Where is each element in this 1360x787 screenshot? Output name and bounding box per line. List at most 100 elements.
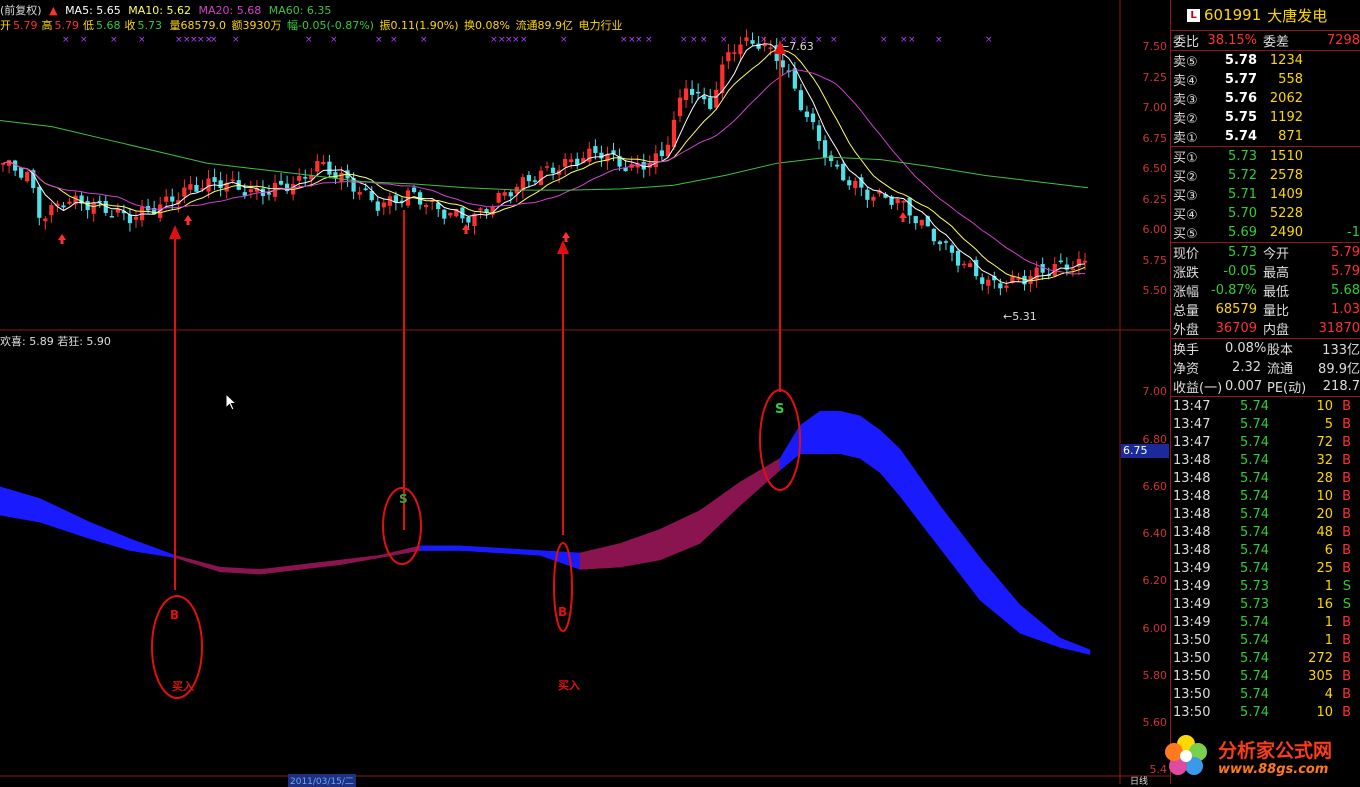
candle-body — [563, 158, 568, 167]
signal-mark: × — [490, 35, 498, 45]
tick-price: 5.74 — [1240, 542, 1269, 558]
tick-row: 13:48 5.74 28 B — [1171, 469, 1360, 487]
fund-row: 净资 2.32 流通 89.9亿 — [1171, 358, 1360, 377]
stat-row: 涨幅 -0.87% 最低 5.68 — [1171, 281, 1360, 300]
tick-flag: B — [1342, 506, 1351, 522]
candle-body — [496, 192, 501, 203]
buy-signal-label-1: B — [170, 608, 179, 622]
price-axis-tick: 7.50 — [1142, 40, 1168, 54]
tick-price: 5.74 — [1240, 470, 1269, 486]
indicator-band-segment — [499, 547, 541, 556]
candle-body — [109, 216, 114, 218]
candle-body — [955, 250, 961, 266]
tick-row: 13:48 5.74 10 B — [1171, 487, 1360, 505]
date-axis: 2011/03/15/二 日线 — [0, 774, 1170, 787]
tick-volume: 5 — [1324, 416, 1333, 432]
tick-flag: B — [1342, 650, 1351, 666]
indicator-axis-tick: 7.00 — [1142, 385, 1168, 399]
sell-level-volume: 1192 — [1269, 110, 1303, 125]
logo-text: 分析家公式网 — [1218, 740, 1333, 762]
tick-list[interactable]: 13:47 5.74 10 B 13:47 5.74 5 B 13:47 5.74 72 B 13:48… — [1171, 397, 1360, 721]
fund-row: 换手 0.08% 股本 133亿 — [1171, 339, 1360, 358]
candle-body — [780, 60, 785, 68]
candle-body — [587, 148, 592, 162]
candle-body — [871, 196, 876, 201]
indicator-band-segment — [129, 538, 176, 558]
indicator-band-segment — [799, 410, 821, 454]
signal-mark: × — [985, 35, 993, 45]
volume-text: 量68579.0 — [169, 19, 227, 32]
buy-level-label: 买⑤ — [1173, 227, 1198, 242]
signal-mark: × — [880, 35, 888, 45]
indicator-band-segment — [419, 545, 461, 551]
sell-level-row: 卖① 5.74 871 — [1171, 127, 1360, 146]
candle-body — [297, 175, 302, 181]
date-cursor-label: 2011/03/15/二 — [288, 774, 356, 787]
weibi-row: 委比 38.15% 委差 7298 — [1171, 31, 1360, 50]
site-logo: 分析家公式网 www.88gs.com — [1160, 728, 1360, 784]
stat-label-2: 量比 — [1263, 304, 1290, 319]
candle-body — [810, 113, 816, 123]
period-label: 日线 — [1130, 777, 1149, 787]
stat-value-2: 1.03 — [1331, 302, 1360, 317]
candle-body — [532, 180, 538, 182]
signal-mark: × — [720, 35, 728, 45]
tick-row: 13:48 5.74 48 B — [1171, 523, 1360, 541]
tick-price: 5.74 — [1240, 668, 1269, 684]
stat-value-2: 31870 — [1318, 321, 1360, 336]
tick-price: 5.73 — [1240, 578, 1269, 594]
amount-text: 额3930万 — [231, 19, 282, 32]
candle-body — [278, 180, 284, 185]
indicator-axis-tick: 5.80 — [1142, 668, 1168, 682]
indicator-axis-tick: 6.00 — [1142, 621, 1168, 635]
tick-time: 13:50 — [1173, 686, 1211, 702]
indicator-axis-tick: 6.60 — [1142, 479, 1168, 493]
low-price-mark: ←5.31 — [1003, 310, 1037, 323]
kline-chart-area[interactable]: × × × × × × × × × × × × × × × × × × × × × × × × × × × × × × × × × × × × × × × ×… — [0, 0, 1170, 787]
kline-chart-svg[interactable]: × × × × × × × × ×× × × × × × × × × × × × × × × × × × × × × × × × × × × × × × ×… — [0, 0, 1170, 784]
stat-value-2: 5.68 — [1331, 283, 1360, 298]
buy-level-volume: 2578 — [1269, 168, 1303, 183]
candle-body — [1004, 285, 1009, 288]
signal-mark: × — [560, 35, 568, 45]
buy-level-change: -1 — [1347, 225, 1360, 240]
tick-row: 13:50 5.74 1 B — [1171, 631, 1360, 649]
candle-body — [569, 159, 574, 163]
sell-level-row: 卖⑤ 5.78 1234 — [1171, 51, 1360, 70]
tick-price: 5.74 — [1240, 434, 1269, 450]
tick-row: 13:50 5.74 10 B — [1171, 703, 1360, 721]
stat-label-2: 最低 — [1263, 285, 1290, 300]
candle-body — [387, 196, 392, 206]
tick-flag: B — [1342, 614, 1351, 630]
candle-body — [544, 166, 550, 168]
tick-volume: 1 — [1324, 632, 1333, 648]
candle-body — [756, 43, 761, 49]
signal-mark: × — [210, 35, 218, 45]
signal-mark: × — [830, 35, 838, 45]
tick-time: 13:49 — [1173, 560, 1211, 576]
indicator-band-segment — [659, 509, 701, 561]
tick-volume: 10 — [1316, 488, 1333, 504]
fund-value: 0.007 — [1225, 379, 1263, 394]
open-value: 5.79 — [13, 19, 38, 32]
tick-row: 13:47 5.74 5 B — [1171, 415, 1360, 433]
fund-row: 收益(一) 0.007 PE(动) 218.7 — [1171, 377, 1360, 396]
indicator-current-marker: 6.75 — [1121, 444, 1169, 459]
candle-body — [37, 186, 42, 218]
indicator-band-segment — [819, 410, 841, 454]
candle-body — [97, 200, 102, 203]
tick-price: 5.74 — [1240, 632, 1269, 648]
low-label: 低 — [83, 19, 94, 32]
signal-mark: × — [390, 35, 398, 45]
stat-row: 涨跌 -0.05 最高 5.79 — [1171, 262, 1360, 281]
candle-body — [170, 196, 175, 202]
candle-body — [683, 88, 689, 101]
indicator-band-segment — [939, 504, 981, 601]
candle-body — [1082, 260, 1088, 263]
tick-volume: 1 — [1324, 578, 1333, 594]
low-value: 5.68 — [96, 19, 121, 32]
tick-price: 5.74 — [1240, 398, 1269, 414]
candle-body — [968, 263, 973, 268]
chart-title: (前复权) — [0, 4, 42, 17]
stat-value: 68579 — [1215, 302, 1257, 317]
